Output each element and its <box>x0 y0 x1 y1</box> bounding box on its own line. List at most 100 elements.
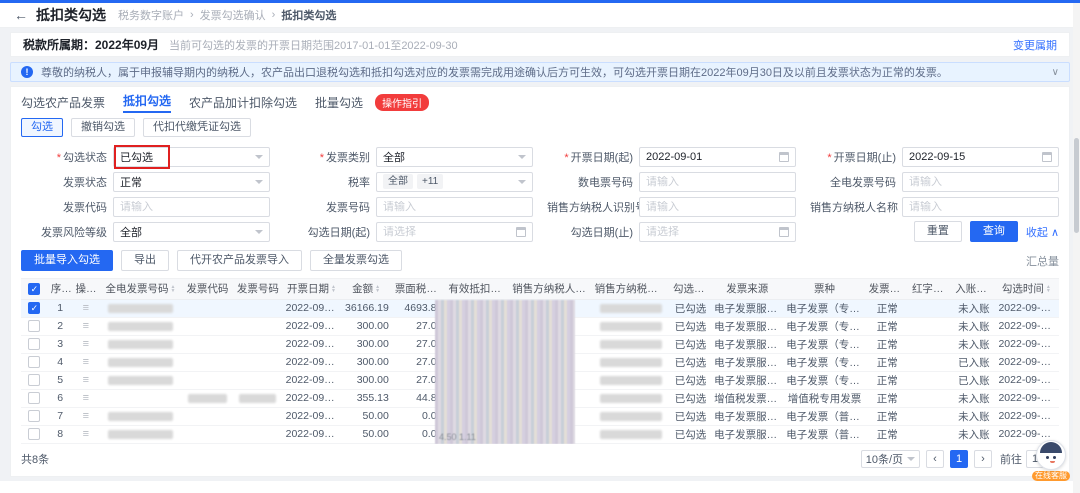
cell-entry: 未入账 <box>952 335 995 353</box>
row-checkbox[interactable]: ✓ <box>28 302 40 314</box>
digital-invoice-no-input[interactable] <box>639 172 796 192</box>
invoice-code-input[interactable] <box>113 197 270 217</box>
row-detail-icon[interactable]: ≡ <box>83 374 89 386</box>
select-all-header[interactable]: ✓ <box>21 279 48 299</box>
notice-collapse-icon[interactable]: ∨ <box>1052 67 1059 78</box>
subtab-withholding-voucher[interactable]: 代扣代缴凭证勾选 <box>143 118 251 137</box>
summary-count-link[interactable]: 汇总量 <box>1026 253 1059 269</box>
reset-button[interactable]: 重置 <box>914 221 962 242</box>
change-period-link[interactable]: 变更属期 <box>1013 37 1057 53</box>
text-input[interactable] <box>120 201 263 213</box>
risk-level-select[interactable]: 全部 <box>113 222 270 242</box>
sort-icon[interactable]: ▲▼ <box>171 285 176 293</box>
issue-date-end-date-picker[interactable] <box>902 147 1059 167</box>
column-header-e_no[interactable]: 全电发票号码▲▼ <box>99 279 181 299</box>
tab-agricultural-invoice[interactable]: 勾选农产品发票 <box>21 94 105 111</box>
text-input[interactable] <box>383 201 526 213</box>
cell-e_no <box>99 407 181 425</box>
back-arrow-icon[interactable]: ← <box>14 7 28 23</box>
column-header-time[interactable]: 勾选时间▲▼ <box>995 279 1057 299</box>
row-checkbox[interactable] <box>28 428 40 440</box>
select-all-checkbox[interactable]: ✓ <box>28 283 40 295</box>
cell-idx: 2 <box>48 317 73 335</box>
invoice-no-input[interactable] <box>376 197 533 217</box>
column-header-tax[interactable]: 票面税额▲▼ <box>392 279 446 299</box>
date-input[interactable] <box>383 226 516 238</box>
cell-inv_status: 正常 <box>866 317 909 335</box>
tab-batch-check[interactable]: 批量勾选 <box>315 94 363 111</box>
page-size-select[interactable]: 10条/页 <box>861 450 920 468</box>
page-number-button[interactable]: 1 <box>950 450 968 468</box>
check-date-end-date-picker[interactable] <box>639 222 796 242</box>
sort-icon[interactable]: ▲▼ <box>375 285 380 293</box>
scrollbar-thumb[interactable] <box>1074 138 1079 233</box>
row-detail-icon[interactable]: ≡ <box>83 410 89 422</box>
cell-time: 2022-09-15 1... <box>995 299 1057 317</box>
cell-_chk <box>21 353 48 371</box>
redacted-value <box>600 358 661 367</box>
tab-deduction-check[interactable]: 抵扣勾选 <box>123 92 171 113</box>
column-header-amount[interactable]: 金额▲▼ <box>340 279 392 299</box>
tag[interactable]: 全部 <box>383 174 413 189</box>
row-checkbox[interactable] <box>28 374 40 386</box>
tag[interactable]: +11 <box>417 174 443 189</box>
row-detail-icon[interactable]: ≡ <box>83 428 89 440</box>
row-detail-icon[interactable]: ≡ <box>83 356 89 368</box>
sort-icon[interactable]: ▲▼ <box>331 285 336 293</box>
date-input[interactable] <box>646 226 779 238</box>
subtab-undo-check[interactable]: 撤销勾选 <box>71 118 135 137</box>
export-button[interactable]: 导出 <box>121 250 169 271</box>
date-input[interactable] <box>646 151 779 163</box>
sort-icon[interactable]: ▲▼ <box>439 285 444 293</box>
row-checkbox[interactable] <box>28 410 40 422</box>
row-detail-icon[interactable]: ≡ <box>83 302 89 314</box>
column-header-valid_tax[interactable]: 有效抵扣税额▲▼ <box>445 279 509 299</box>
check-status-select[interactable]: 已勾选 <box>113 147 270 167</box>
seller-name-input[interactable] <box>902 197 1059 217</box>
invoice-category-select[interactable]: 全部 <box>376 147 533 167</box>
cell-inv_status: 正常 <box>866 407 909 425</box>
full-invoice-check-button[interactable]: 全量发票勾选 <box>310 250 402 271</box>
date-input[interactable] <box>909 151 1042 163</box>
sort-icon[interactable]: ▲▼ <box>1046 285 1051 293</box>
tab-agricultural-extra-deduction[interactable]: 农产品加计扣除勾选 <box>189 94 297 111</box>
text-input[interactable] <box>909 201 1052 213</box>
column-label: 发票代码 <box>186 283 228 295</box>
next-page-button[interactable]: › <box>974 450 992 468</box>
breadcrumb-item[interactable]: 发票勾选确认 <box>200 7 266 23</box>
form-field-e-invoice-no: 全电发票号码 <box>810 171 1059 192</box>
search-button[interactable]: 查询 <box>970 221 1018 242</box>
invoice-status-select[interactable]: 正常 <box>113 172 270 192</box>
row-detail-icon[interactable]: ≡ <box>83 338 89 350</box>
row-checkbox[interactable] <box>28 320 40 332</box>
agricultural-invoice-import-button[interactable]: 代开农产品发票导入 <box>177 250 302 271</box>
row-detail-icon[interactable]: ≡ <box>83 392 89 404</box>
text-input[interactable] <box>909 176 1052 188</box>
vertical-scrollbar[interactable] <box>1073 3 1080 493</box>
guide-badge[interactable]: 操作指引 <box>375 94 429 111</box>
cell-amount: 300.00 <box>340 353 392 371</box>
column-header-date[interactable]: 开票日期▲▼ <box>283 279 341 299</box>
subtab-check[interactable]: 勾选 <box>21 118 63 137</box>
seller-tax-id-input[interactable] <box>639 197 796 217</box>
collapse-link[interactable]: 收起 ∧ <box>1026 224 1059 240</box>
cell-risk: 正常 <box>1057 353 1059 371</box>
cell-op: ≡ <box>73 407 100 425</box>
row-checkbox[interactable] <box>28 356 40 368</box>
text-input[interactable] <box>646 201 789 213</box>
batch-import-check-button[interactable]: 批量导入勾选 <box>21 250 113 271</box>
column-label: 销售方纳税人名称 <box>512 283 591 295</box>
e-invoice-no-input[interactable] <box>902 172 1059 192</box>
row-checkbox[interactable] <box>28 338 40 350</box>
cell-source: 电子发票服务平台 <box>711 317 783 335</box>
issue-date-start-date-picker[interactable] <box>639 147 796 167</box>
cell-seller_id <box>592 425 670 443</box>
check-date-start-date-picker[interactable] <box>376 222 533 242</box>
row-detail-icon[interactable]: ≡ <box>83 320 89 332</box>
breadcrumb-item[interactable]: 税务数字账户 <box>118 7 184 23</box>
text-input[interactable] <box>646 176 789 188</box>
tax-rate-select[interactable]: 全部 +11 <box>376 172 533 192</box>
row-checkbox[interactable] <box>28 392 40 404</box>
prev-page-button[interactable]: ‹ <box>926 450 944 468</box>
customer-service-mascot[interactable]: 在线客服 <box>1032 440 1070 481</box>
